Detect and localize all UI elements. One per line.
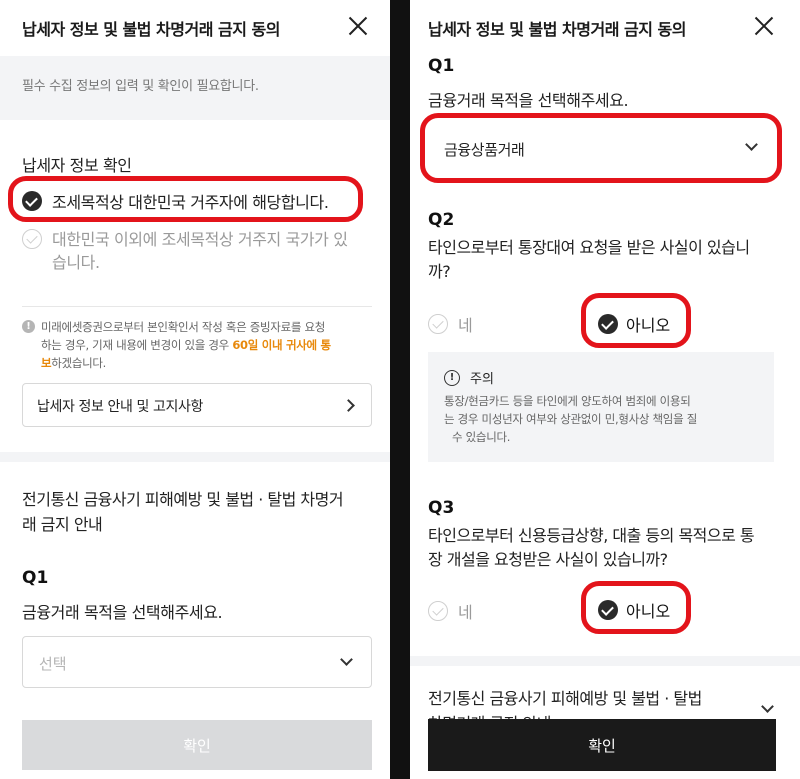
- option-resident[interactable]: 조세목적상 대한민국 거주자에 해당합니다.: [22, 189, 329, 213]
- q2-number: Q2: [428, 210, 455, 230]
- option-foreign-resident[interactable]: 대한민국 이외에 조세목적상 거주지 국가가 있 습니다.: [22, 228, 348, 274]
- q3-question-1: 타인으로부터 신용등급상향, 대출 등의 목적으로 통: [428, 526, 755, 545]
- q3-yes-label: 네: [458, 603, 473, 622]
- option-foreign-label-2: 습니다.: [52, 253, 100, 272]
- section2-title-1: 전기통신 금융사기 피해예방 및 불법 · 탈법 차명거: [22, 490, 344, 509]
- chevron-down-icon: [745, 138, 758, 151]
- caution-text: 통장/현금카드 등을 타인에게 양도하여 범죄에 이용되 는 경우 미성년자 여…: [444, 392, 769, 446]
- alert-icon: !: [444, 369, 460, 386]
- divider: [22, 306, 372, 307]
- section-separator: [410, 656, 800, 666]
- chevron-down-icon: [340, 653, 353, 666]
- close-icon[interactable]: [346, 14, 370, 38]
- q1-number: Q1: [428, 56, 455, 76]
- check-filled-icon: [598, 600, 618, 620]
- check-filled-icon: [22, 191, 42, 211]
- chevron-right-icon: [342, 399, 355, 412]
- confirm-button[interactable]: 확인: [22, 720, 372, 770]
- q2-no-label: 아니오: [626, 316, 671, 335]
- info-highlight-a: 60일 이내 귀사에 통: [232, 338, 331, 352]
- q3-question: 타인으로부터 신용등급상향, 대출 등의 목적으로 통 장 개설을 요청받은 사…: [428, 524, 755, 572]
- info-text-2: 하는 경우, 기재 내용에 변경이 있을 경우: [41, 338, 233, 352]
- option-foreign-label-1: 대한민국 이외에 조세목적상 거주지 국가가 있: [52, 230, 348, 249]
- required-notice: 필수 수집 정보의 입력 및 확인이 필요합니다.: [22, 79, 259, 94]
- q2-yes-label: 네: [458, 316, 473, 335]
- q1-select-placeholder: 선택: [39, 655, 67, 673]
- right-screen: 납세자 정보 및 불법 차명거래 금지 동의 Q1 금융거래 목적을 선택해주세…: [410, 0, 800, 779]
- q1-selected-value: 금융상품거래: [444, 141, 525, 159]
- page-title: 납세자 정보 및 불법 차명거래 금지 동의: [428, 20, 686, 39]
- left-screen: 납세자 정보 및 불법 차명거래 금지 동의 필수 수집 정보의 입력 및 확인…: [0, 0, 390, 779]
- section2-title-2: 래 금지 안내: [22, 515, 103, 534]
- q3-yes-option[interactable]: 네: [428, 599, 473, 623]
- caution-box: ! 주의 통장/현금카드 등을 타인에게 양도하여 범죄에 이용되 는 경우 미…: [428, 352, 774, 462]
- q3-no-label: 아니오: [626, 602, 671, 621]
- page-title: 납세자 정보 및 불법 차명거래 금지 동의: [22, 20, 280, 39]
- required-notice-bar: 필수 수집 정보의 입력 및 확인이 필요합니다.: [0, 56, 390, 120]
- q2-no-option[interactable]: 아니오: [598, 312, 670, 336]
- q3-number: Q3: [428, 498, 455, 518]
- q3-no-option[interactable]: 아니오: [598, 598, 670, 622]
- taxpayer-guide-button[interactable]: 납세자 정보 안내 및 고지사항: [22, 383, 372, 427]
- caution-title: 주의: [470, 372, 494, 387]
- q1-question: 금융거래 목적을 선택해주세요.: [22, 603, 223, 622]
- caution-text-2: 는 경우 미성년자 여부와 상관없이 민,형사상 책임을 질: [444, 412, 698, 426]
- confirm-button[interactable]: 확인: [428, 719, 776, 771]
- q1-number: Q1: [22, 568, 49, 588]
- close-icon[interactable]: [752, 14, 776, 38]
- info-text-1: 미래에셋증권으로부터 본인확인서 작성 혹은 증빙자료를 요청: [41, 320, 326, 334]
- caution-header: ! 주의: [444, 368, 494, 387]
- section2-title: 전기통신 금융사기 피해예방 및 불법 · 탈법 차명거 래 금지 안내: [22, 487, 344, 537]
- caution-text-1: 통장/현금카드 등을 타인에게 양도하여 범죄에 이용되: [444, 394, 691, 408]
- chevron-down-icon[interactable]: [761, 700, 774, 713]
- option-resident-label: 조세목적상 대한민국 거주자에 해당합니다.: [52, 193, 329, 212]
- q1-purpose-select[interactable]: 금융상품거래: [428, 122, 774, 174]
- info-note: ! 미래에셋증권으로부터 본인확인서 작성 혹은 증빙자료를 요청 하는 경우,…: [22, 318, 381, 372]
- section-separator: [0, 452, 390, 462]
- q1-purpose-select[interactable]: 선택: [22, 636, 372, 688]
- check-empty-icon: [22, 229, 42, 249]
- check-empty-icon: [428, 601, 448, 621]
- footer-section-title-1: 전기통신 금융사기 피해예방 및 불법 · 탈법: [428, 689, 702, 708]
- q1-question: 금융거래 목적을 선택해주세요.: [428, 91, 629, 110]
- check-filled-icon: [598, 314, 618, 334]
- q3-question-2: 장 개설을 요청받은 사실이 있습니까?: [428, 550, 668, 569]
- taxpayer-guide-label: 납세자 정보 안내 및 고지사항: [37, 399, 203, 415]
- info-text-3: 하겠습니다.: [51, 356, 107, 370]
- q2-yes-option[interactable]: 네: [428, 312, 473, 336]
- q2-question-1: 타인으로부터 통장대여 요청을 받은 사실이 있습니: [428, 238, 750, 257]
- q2-question-2: 까?: [428, 262, 451, 281]
- info-highlight-b: 보: [41, 356, 52, 370]
- check-empty-icon: [428, 314, 448, 334]
- info-icon: !: [22, 320, 35, 333]
- section-title: 납세자 정보 확인: [22, 156, 132, 175]
- q2-question: 타인으로부터 통장대여 요청을 받은 사실이 있습니 까?: [428, 236, 750, 284]
- caution-text-3: 수 있습니다.: [452, 430, 511, 444]
